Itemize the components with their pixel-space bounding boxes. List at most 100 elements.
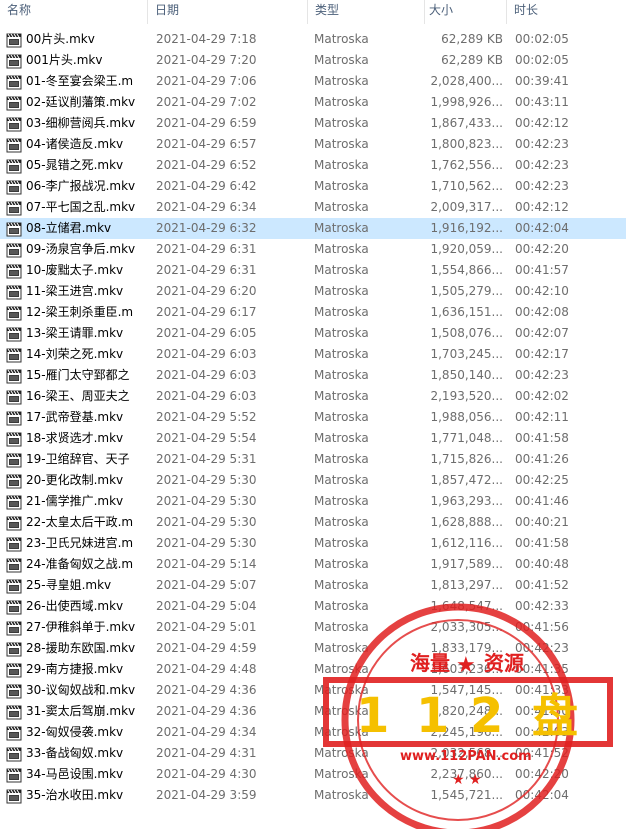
file-date: 2021-04-29 4:48 xyxy=(156,662,257,676)
file-date: 2021-04-29 4:31 xyxy=(156,746,257,760)
file-name-cell[interactable]: 02-廷议削藩策.mkv xyxy=(0,92,148,113)
file-name-cell[interactable]: 17-武帝登基.mkv xyxy=(0,407,148,428)
file-name: 11-梁王进宫.mkv xyxy=(26,284,124,298)
file-row[interactable]: 23-卫氏兄妹进宫.m 2021-04-29 5:30 Matroska 1,612,… xyxy=(0,533,626,554)
file-name-cell[interactable]: 27-伊稚斜单于.mkv xyxy=(0,617,148,638)
file-row[interactable]: 30-议匈奴战和.mkv 2021-04-29 4:36 Matroska 1,547… xyxy=(0,680,626,701)
file-row[interactable]: 28-援助东欧国.mkv 2021-04-29 4:59 Matroska 1,833… xyxy=(0,638,626,659)
file-name-cell[interactable]: 22-太皇太后干政.m xyxy=(0,512,148,533)
file-name-cell[interactable]: 09-汤泉宫争后.mkv xyxy=(0,239,148,260)
file-row[interactable]: 10-废黜太子.mkv 2021-04-29 6:31 Matroska 1,554,… xyxy=(0,260,626,281)
file-name-cell[interactable]: 06-李广报战况.mkv xyxy=(0,176,148,197)
file-name-cell[interactable]: 01-冬至宴会梁王.m xyxy=(0,71,148,92)
file-name-cell[interactable]: 34-马邑设围.mkv xyxy=(0,764,148,785)
file-name-cell[interactable]: 03-细柳营阅兵.mkv xyxy=(0,113,148,134)
column-header-date[interactable]: 日期 xyxy=(148,0,308,24)
file-row[interactable]: 26-出使西域.mkv 2021-04-29 5:04 Matroska 1,648,… xyxy=(0,596,626,617)
file-name: 33-备战匈奴.mkv xyxy=(26,746,124,760)
file-name-cell[interactable]: 11-梁王进宫.mkv xyxy=(0,281,148,302)
file-name-cell[interactable]: 25-寻皇姐.mkv xyxy=(0,575,148,596)
file-row[interactable]: 19-卫绾辞官、天子 2021-04-29 5:31 Matroska 1,715,8… xyxy=(0,449,626,470)
file-row[interactable]: 33-备战匈奴.mkv 2021-04-29 4:31 Matroska 2,032,… xyxy=(0,743,626,764)
file-list: 00片头.mkv 2021-04-29 7:18 Matroska 62,289 KB… xyxy=(0,29,626,806)
file-row[interactable]: 12-梁王刺杀重臣.m 2021-04-29 6:17 Matroska 1,636,… xyxy=(0,302,626,323)
file-row[interactable]: 11-梁王进宫.mkv 2021-04-29 6:20 Matroska 1,505,… xyxy=(0,281,626,302)
file-name-cell[interactable]: 08-立储君.mkv xyxy=(0,218,148,239)
file-type: Matroska xyxy=(314,242,369,256)
file-date: 2021-04-29 5:31 xyxy=(156,452,257,466)
file-name-cell[interactable]: 07-平七国之乱.mkv xyxy=(0,197,148,218)
file-name-cell[interactable]: 29-南方捷报.mkv xyxy=(0,659,148,680)
file-name-cell[interactable]: 23-卫氏兄妹进宫.m xyxy=(0,533,148,554)
file-row[interactable]: 31-窦太后驾崩.mkv 2021-04-29 4:36 Matroska 1,820… xyxy=(0,701,626,722)
file-name-cell[interactable]: 00片头.mkv xyxy=(0,29,148,50)
file-row[interactable]: 08-立储君.mkv 2021-04-29 6:32 Matroska 1,916,1… xyxy=(0,218,626,239)
file-row[interactable]: 35-治水收田.mkv 2021-04-29 3:59 Matroska 1,545,… xyxy=(0,785,626,806)
file-row[interactable]: 27-伊稚斜单于.mkv 2021-04-29 5:01 Matroska 2,033… xyxy=(0,617,626,638)
file-row[interactable]: 04-诸侯造反.mkv 2021-04-29 6:57 Matroska 1,800,… xyxy=(0,134,626,155)
file-row[interactable]: 20-更化改制.mkv 2021-04-29 5:30 Matroska 1,857,… xyxy=(0,470,626,491)
file-name-cell[interactable]: 16-梁王、周亚夫之 xyxy=(0,386,148,407)
file-row[interactable]: 29-南方捷报.mkv 2021-04-29 4:48 Matroska 1,603,… xyxy=(0,659,626,680)
file-size: 62,289 KB xyxy=(441,32,503,46)
file-name-cell[interactable]: 24-准备匈奴之战.m xyxy=(0,554,148,575)
file-date: 2021-04-29 6:20 xyxy=(156,284,257,298)
file-size: 1,917,589... xyxy=(430,557,503,571)
file-name: 17-武帝登基.mkv xyxy=(26,410,124,424)
file-row[interactable]: 16-梁王、周亚夫之 2021-04-29 6:03 Matroska 2,193,5… xyxy=(0,386,626,407)
file-name-cell[interactable]: 20-更化改制.mkv xyxy=(0,470,148,491)
file-size: 2,009,317... xyxy=(430,200,503,214)
file-date: 2021-04-29 5:30 xyxy=(156,515,257,529)
file-row[interactable]: 00片头.mkv 2021-04-29 7:18 Matroska 62,289 KB… xyxy=(0,29,626,50)
file-name-cell[interactable]: 001片头.mkv xyxy=(0,50,148,71)
file-name-cell[interactable]: 28-援助东欧国.mkv xyxy=(0,638,148,659)
file-name-cell[interactable]: 33-备战匈奴.mkv xyxy=(0,743,148,764)
file-row[interactable]: 21-儒学推广.mkv 2021-04-29 5:30 Matroska 1,963,… xyxy=(0,491,626,512)
file-name-cell[interactable]: 19-卫绾辞官、天子 xyxy=(0,449,148,470)
file-row[interactable]: 13-梁王请罪.mkv 2021-04-29 6:05 Matroska 1,508,… xyxy=(0,323,626,344)
file-row[interactable]: 09-汤泉宫争后.mkv 2021-04-29 6:31 Matroska 1,920… xyxy=(0,239,626,260)
file-row[interactable]: 25-寻皇姐.mkv 2021-04-29 5:07 Matroska 1,813,2… xyxy=(0,575,626,596)
file-duration: 00:42:17 xyxy=(515,347,569,361)
file-name-cell[interactable]: 15-雁门太守郅都之 xyxy=(0,365,148,386)
column-header-size[interactable]: 大小 xyxy=(425,0,507,24)
file-row[interactable]: 03-细柳营阅兵.mkv 2021-04-29 6:59 Matroska 1,867… xyxy=(0,113,626,134)
file-name-cell[interactable]: 31-窦太后驾崩.mkv xyxy=(0,701,148,722)
file-size: 1,648,547... xyxy=(430,599,503,613)
column-header-type[interactable]: 类型 xyxy=(308,0,425,24)
file-name: 00片头.mkv xyxy=(26,32,95,46)
file-name-cell[interactable]: 04-诸侯造反.mkv xyxy=(0,134,148,155)
file-row[interactable]: 05-晁错之死.mkv 2021-04-29 6:52 Matroska 1,762,… xyxy=(0,155,626,176)
file-name-cell[interactable]: 26-出使西域.mkv xyxy=(0,596,148,617)
file-row[interactable]: 001片头.mkv 2021-04-29 7:20 Matroska 62,289 K… xyxy=(0,50,626,71)
file-name-cell[interactable]: 05-晁错之死.mkv xyxy=(0,155,148,176)
file-name-cell[interactable]: 35-治水收田.mkv xyxy=(0,785,148,806)
file-row[interactable]: 14-刘荣之死.mkv 2021-04-29 6:03 Matroska 1,703,… xyxy=(0,344,626,365)
file-name-cell[interactable]: 21-儒学推广.mkv xyxy=(0,491,148,512)
file-name-cell[interactable]: 30-议匈奴战和.mkv xyxy=(0,680,148,701)
file-name-cell[interactable]: 18-求贤选才.mkv xyxy=(0,428,148,449)
file-row[interactable]: 01-冬至宴会梁王.m 2021-04-29 7:06 Matroska 2,028,… xyxy=(0,71,626,92)
file-name-cell[interactable]: 14-刘荣之死.mkv xyxy=(0,344,148,365)
file-row[interactable]: 32-匈奴侵袭.mkv 2021-04-29 4:34 Matroska 2,245,… xyxy=(0,722,626,743)
file-date: 2021-04-29 5:30 xyxy=(156,494,257,508)
file-row[interactable]: 17-武帝登基.mkv 2021-04-29 5:52 Matroska 1,988,… xyxy=(0,407,626,428)
file-name: 26-出使西域.mkv xyxy=(26,599,124,613)
file-row[interactable]: 02-廷议削藩策.mkv 2021-04-29 7:02 Matroska 1,998… xyxy=(0,92,626,113)
file-duration: 00:42:23 xyxy=(515,641,569,655)
file-row[interactable]: 18-求贤选才.mkv 2021-04-29 5:54 Matroska 1,771,… xyxy=(0,428,626,449)
file-name-cell[interactable]: 13-梁王请罪.mkv xyxy=(0,323,148,344)
file-row[interactable]: 24-准备匈奴之战.m 2021-04-29 5:14 Matroska 1,917,… xyxy=(0,554,626,575)
file-row[interactable]: 15-雁门太守郅都之 2021-04-29 6:03 Matroska 1,850,1… xyxy=(0,365,626,386)
video-file-icon xyxy=(6,116,22,132)
file-row[interactable]: 22-太皇太后干政.m 2021-04-29 5:30 Matroska 1,628,… xyxy=(0,512,626,533)
column-header-name[interactable]: 名称 xyxy=(0,0,148,24)
file-name-cell[interactable]: 10-废黜太子.mkv xyxy=(0,260,148,281)
file-row[interactable]: 06-李广报战况.mkv 2021-04-29 6:42 Matroska 1,710… xyxy=(0,176,626,197)
file-name: 24-准备匈奴之战.m xyxy=(26,557,134,571)
file-row[interactable]: 34-马邑设围.mkv 2021-04-29 4:30 Matroska 2,237,… xyxy=(0,764,626,785)
file-name-cell[interactable]: 32-匈奴侵袭.mkv xyxy=(0,722,148,743)
file-row[interactable]: 07-平七国之乱.mkv 2021-04-29 6:34 Matroska 2,009… xyxy=(0,197,626,218)
column-header-duration[interactable]: 时长 xyxy=(507,0,626,24)
file-name-cell[interactable]: 12-梁王刺杀重臣.m xyxy=(0,302,148,323)
